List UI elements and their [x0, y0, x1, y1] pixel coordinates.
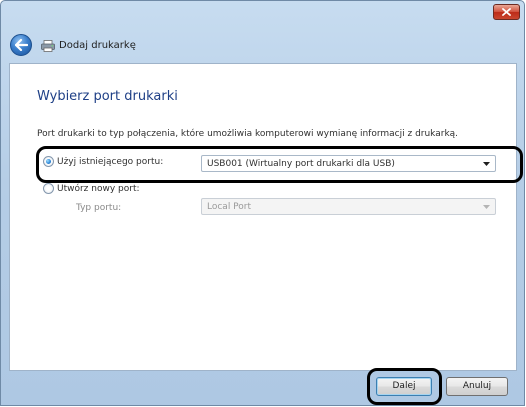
page-heading: Wybierz port drukarki [37, 89, 178, 104]
new-port-radio[interactable] [43, 183, 54, 194]
wizard-header: Dodaj drukarkę [1, 29, 524, 63]
page-description: Port drukarki to typ połączenia, które u… [37, 129, 459, 139]
back-arrow-icon [15, 39, 28, 51]
close-button[interactable] [493, 4, 520, 20]
new-port-label[interactable]: Utwórz nowy port: [57, 184, 140, 194]
wizard-content: Wybierz port drukarki Port drukarki to t… [9, 63, 517, 371]
dropdown-arrow-icon [483, 205, 490, 209]
add-printer-window: Dodaj drukarkę Wybierz port drukarki Por… [0, 0, 525, 406]
next-button-highlight [367, 368, 442, 405]
title-bar[interactable] [1, 1, 524, 29]
port-type-value: Local Port [207, 202, 252, 212]
port-type-dropdown[interactable]: Local Port [201, 198, 496, 215]
close-icon [502, 8, 511, 16]
cancel-button[interactable]: Anuluj [446, 377, 508, 396]
wizard-title: Dodaj drukarkę [59, 40, 136, 51]
port-type-label: Typ portu: [76, 203, 122, 213]
existing-port-highlight [36, 146, 523, 183]
back-button[interactable] [10, 34, 32, 56]
printer-icon [41, 40, 55, 52]
